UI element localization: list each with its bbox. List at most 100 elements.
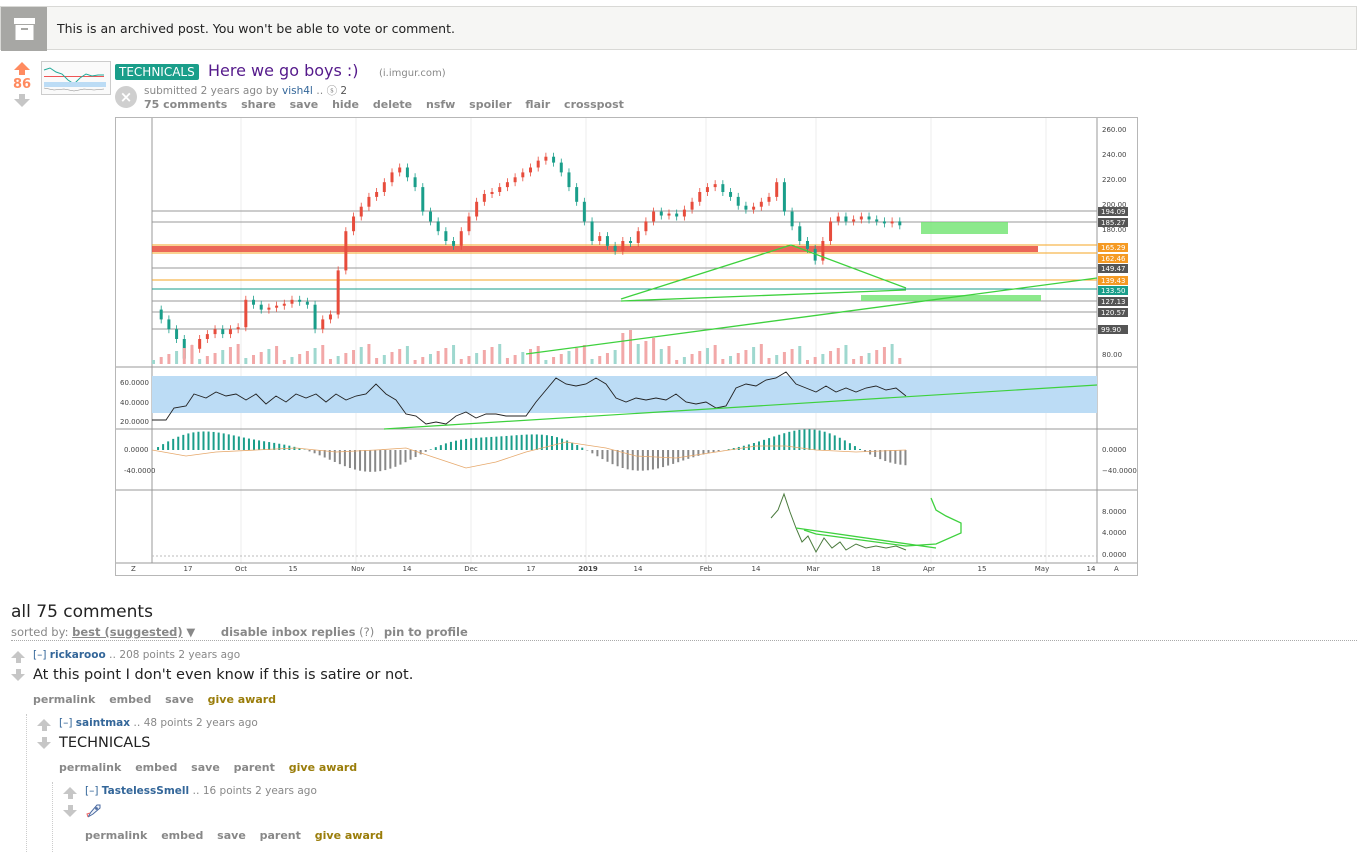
volume-bar: [652, 338, 656, 364]
volume-bar: [844, 345, 848, 364]
indicator-axis-label: 0.0000: [1102, 551, 1127, 559]
macd-bar: [651, 450, 654, 470]
thread-rail[interactable]: [52, 782, 53, 852]
candle-body: [344, 231, 348, 271]
macd-bar: [530, 434, 533, 450]
macd-bar: [682, 450, 685, 461]
macd-bar: [853, 446, 856, 450]
chart-grid: [240, 118, 1047, 563]
flair-button[interactable]: flair: [525, 98, 550, 111]
post-title[interactable]: Here we go boys :): [208, 61, 359, 80]
save-button[interactable]: save: [290, 98, 319, 111]
downvote-arrow-icon[interactable]: [63, 805, 77, 817]
volume-bar: [467, 356, 471, 364]
give-award-button[interactable]: give award: [208, 693, 276, 706]
comment-author[interactable]: TastelessSmell: [102, 785, 189, 797]
macd-bar: [283, 444, 286, 450]
give-award-button[interactable]: give award: [289, 761, 357, 774]
nsfw-button[interactable]: nsfw: [426, 98, 455, 111]
post-author[interactable]: vish4l: [282, 85, 313, 97]
macd-bar: [773, 436, 776, 450]
comment-author[interactable]: rickarooo: [50, 649, 106, 661]
macd-bar: [520, 434, 523, 450]
post-tagline: submitted 2 years ago by vish4l ‥ ⓢ 2: [144, 83, 347, 98]
sort-dropdown[interactable]: best (suggested): [72, 625, 183, 639]
save-button[interactable]: save: [191, 761, 220, 774]
time-axis-label: Apr: [923, 565, 935, 573]
comment-tagline: [–] saintmax ‥ 48 points 2 years ago: [59, 717, 258, 729]
volume-bar: [829, 351, 833, 364]
macd-bar: [364, 450, 367, 472]
upvote-arrow-icon[interactable]: [37, 719, 51, 731]
post-domain[interactable]: (i.imgur.com): [379, 68, 446, 79]
macd-bar: [596, 450, 599, 457]
share-button[interactable]: share: [241, 98, 276, 111]
collapse-toggle[interactable]: [–]: [59, 717, 72, 729]
price-tag-label: 127.13: [1101, 298, 1126, 306]
separator-dots: ‥: [316, 85, 327, 97]
save-button[interactable]: save: [217, 829, 246, 842]
macd-bar: [268, 442, 271, 450]
hide-button[interactable]: hide: [332, 98, 359, 111]
thread-rail[interactable]: [26, 714, 27, 852]
award-count: 2: [340, 85, 348, 97]
macd-bar: [500, 436, 503, 450]
help-link[interactable]: (?): [359, 625, 374, 639]
post-flair[interactable]: TECHNICALS: [115, 64, 199, 80]
macd-bar: [495, 436, 498, 450]
volume-bar: [736, 353, 740, 364]
embed-button[interactable]: embed: [135, 761, 177, 774]
collapse-toggle[interactable]: [–]: [33, 649, 46, 661]
macd-bar: [606, 450, 609, 462]
embed-button[interactable]: embed: [109, 693, 151, 706]
macd-bar: [788, 431, 791, 450]
comments-button[interactable]: 75 comments: [144, 98, 227, 111]
upvote-arrow-icon[interactable]: [11, 651, 25, 663]
comment-author[interactable]: saintmax: [76, 717, 130, 729]
time-axis-label: 15: [978, 565, 987, 573]
save-button[interactable]: save: [165, 693, 194, 706]
post-image-chart[interactable]: 260.00 240.00 220.00 200.00 180.00 80.00 194.0…: [115, 117, 1138, 576]
downvote-arrow-icon[interactable]: [10, 94, 34, 107]
give-award-button[interactable]: give award: [315, 829, 383, 842]
downvote-arrow-icon[interactable]: [11, 669, 25, 681]
volume-bar: [536, 346, 540, 364]
spoiler-button[interactable]: spoiler: [469, 98, 511, 111]
delete-button[interactable]: delete: [373, 98, 412, 111]
embed-button[interactable]: embed: [161, 829, 203, 842]
sorted-by-label: sorted by:: [11, 625, 69, 639]
volume-bars: [152, 330, 902, 364]
downvote-arrow-icon[interactable]: [37, 737, 51, 749]
candle-body: [613, 245, 617, 251]
upvote-arrow-icon[interactable]: [63, 787, 77, 799]
candle-body: [398, 167, 402, 173]
upvote-arrow-icon[interactable]: [10, 62, 34, 75]
macd-bar: [848, 443, 851, 450]
volume-bar: [228, 347, 232, 364]
candle-body: [498, 187, 502, 192]
macd-bar: [813, 429, 816, 450]
chevron-down-icon[interactable]: ▼: [186, 625, 195, 639]
disable-inbox-replies-button[interactable]: disable inbox replies: [221, 625, 356, 639]
volume-bar: [613, 350, 617, 364]
parent-button[interactable]: parent: [234, 761, 275, 774]
volume-bar: [321, 345, 325, 364]
candle-body: [436, 221, 440, 232]
macd-bar: [217, 432, 220, 450]
candle-body: [475, 201, 479, 217]
close-icon[interactable]: ×: [115, 86, 137, 108]
comment-meta: 48 points 2 years ago: [143, 717, 258, 729]
parent-button[interactable]: parent: [260, 829, 301, 842]
pin-to-profile-button[interactable]: pin to profile: [384, 625, 468, 639]
permalink-button[interactable]: permalink: [85, 829, 147, 842]
permalink-button[interactable]: permalink: [33, 693, 95, 706]
collapse-toggle[interactable]: [–]: [85, 785, 98, 797]
post-thumbnail[interactable]: [41, 61, 111, 95]
macd-bar: [581, 447, 584, 450]
price-tag-label: 139.43: [1101, 277, 1126, 285]
permalink-button[interactable]: permalink: [59, 761, 121, 774]
crosspost-button[interactable]: crosspost: [564, 98, 624, 111]
macd-bar: [576, 445, 579, 450]
candle-body: [244, 299, 248, 328]
macd-bar: [167, 441, 170, 450]
